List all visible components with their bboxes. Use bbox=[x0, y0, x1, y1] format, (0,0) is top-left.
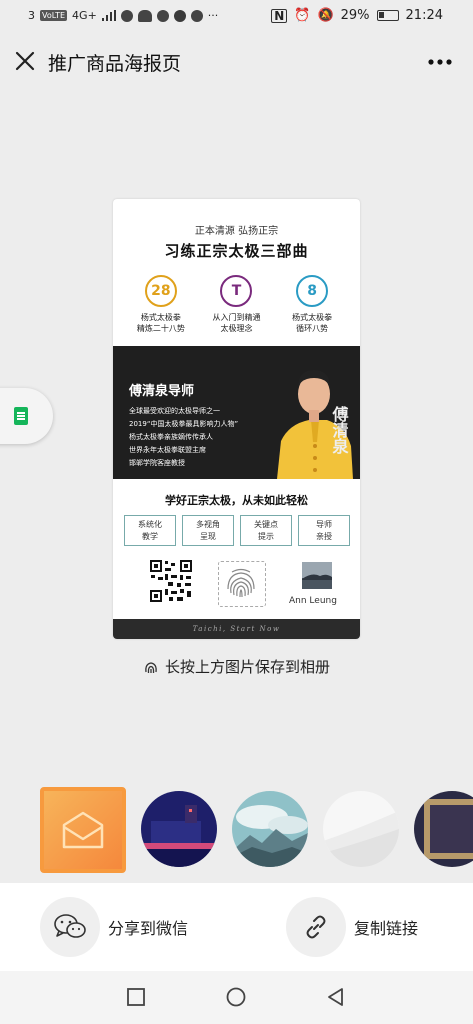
template-thumb-selected[interactable] bbox=[40, 787, 126, 873]
status-left: 3 VoLTE 4G+ ··· bbox=[28, 9, 218, 22]
status-bar: 3 VoLTE 4G+ ··· N ⏰ 🔕 29% 21:24 bbox=[0, 0, 473, 34]
alarm-icon: ⏰ bbox=[294, 8, 311, 23]
tag-item: 导师 亲授 bbox=[298, 515, 350, 546]
teacher-portrait: 傅清泉 bbox=[267, 346, 360, 479]
teacher-name: 傅清泉导师 bbox=[129, 384, 195, 399]
document-icon bbox=[14, 407, 28, 425]
poster-features: 28 杨式太极拳 精炼二十八势 T 从入门到精通 太极理念 8 杨式太极拳 循环八势 bbox=[113, 275, 360, 334]
feature-item: T 从入门到精通 太极理念 bbox=[201, 275, 271, 334]
signal-icon bbox=[101, 10, 116, 21]
feature-item: 28 杨式太极拳 精炼二十八势 bbox=[126, 275, 196, 334]
tag-item: 关键点 提示 bbox=[240, 515, 292, 546]
tag-item: 多视角 呈现 bbox=[182, 515, 234, 546]
template-selector bbox=[40, 787, 473, 873]
sim-indicator: 3 bbox=[28, 9, 35, 22]
close-icon bbox=[15, 51, 35, 71]
share-wechat-button[interactable]: 分享到微信 bbox=[40, 897, 189, 957]
close-button[interactable] bbox=[10, 46, 40, 76]
page-title: 推广商品海报页 bbox=[48, 53, 182, 75]
feature-badge: T bbox=[220, 275, 253, 307]
floating-doc-tab[interactable] bbox=[0, 388, 53, 444]
feature-caption: 杨式太极拳 精炼二十八势 bbox=[136, 313, 185, 333]
fingerprint-scan-box bbox=[218, 561, 266, 607]
teacher-bio: 全球最受欢迎的太极导师之一 2019“中国太极拳最具影响力人物” 杨式太极拳亲族… bbox=[129, 407, 239, 467]
back-button[interactable] bbox=[326, 987, 346, 1007]
template-thumb[interactable] bbox=[141, 791, 217, 867]
home-button[interactable] bbox=[226, 987, 246, 1007]
author-name: Ann Leung bbox=[289, 596, 337, 606]
copy-link-button[interactable]: 复制链接 bbox=[286, 897, 419, 957]
fingerprint-icon bbox=[227, 568, 255, 598]
clock: 21:24 bbox=[405, 8, 443, 23]
svg-text:傅清泉: 傅清泉 bbox=[330, 405, 350, 455]
poster-subtitle: 正本清源 弘扬正宗 bbox=[194, 226, 279, 237]
poster-footer: Taichi, Start Now bbox=[113, 619, 360, 639]
status-right: N ⏰ 🔕 29% 21:24 bbox=[271, 8, 443, 23]
battery-icon bbox=[376, 10, 399, 21]
template-thumb[interactable] bbox=[323, 791, 399, 867]
poster-slogan: 学好正宗太极，从未如此轻松 bbox=[165, 494, 308, 507]
nfc-icon: N bbox=[271, 8, 288, 23]
teacher-banner: 傅清泉导师 全球最受欢迎的太极导师之一 2019“中国太极拳最具影响力人物” 杨… bbox=[113, 346, 360, 479]
cloud-icon bbox=[137, 9, 152, 22]
wechat-icon bbox=[54, 914, 86, 938]
battery-percent: 29% bbox=[340, 8, 370, 23]
poster-title: 习练正宗太极三部曲 bbox=[164, 242, 309, 260]
mute-icon: 🔕 bbox=[317, 8, 334, 23]
promo-poster[interactable]: 正本清源 弘扬正宗 习练正宗太极三部曲 28 杨式太极拳 精炼二十八势 T 从入门… bbox=[113, 199, 360, 639]
link-icon-wrap bbox=[286, 897, 346, 957]
copy-link-label: 复制链接 bbox=[354, 919, 419, 938]
chat-notification-icon bbox=[190, 9, 203, 22]
app-notification-icon bbox=[156, 9, 169, 22]
recent-apps-button[interactable] bbox=[126, 987, 146, 1007]
system-nav-bar bbox=[0, 971, 473, 1024]
more-button[interactable] bbox=[425, 48, 455, 76]
feature-caption: 杨式太极拳 循环八势 bbox=[292, 313, 333, 333]
qr-code bbox=[149, 559, 193, 603]
template-thumb[interactable] bbox=[232, 791, 308, 867]
wechat-icon-wrap bbox=[40, 897, 100, 957]
facebook-icon bbox=[173, 9, 186, 22]
feature-caption: 从入门到精通 太极理念 bbox=[212, 313, 261, 333]
share-wechat-label: 分享到微信 bbox=[108, 919, 189, 938]
feature-badge: 28 bbox=[144, 275, 177, 307]
share-bar: 分享到微信 复制链接 bbox=[0, 883, 473, 971]
network-indicator: 4G+ bbox=[72, 9, 97, 22]
feature-badge: 8 bbox=[296, 275, 329, 307]
more-icon bbox=[428, 59, 452, 65]
poster-tags: 系统化 教学 多视角 呈现 关键点 提示 导师 亲授 bbox=[124, 515, 350, 546]
fingerprint-icon bbox=[145, 662, 157, 674]
title-bar: 推广商品海报页 bbox=[0, 34, 473, 90]
volte-badge: VoLTE bbox=[40, 10, 68, 21]
tag-item: 系统化 教学 bbox=[124, 515, 176, 546]
feature-item: 8 杨式太极拳 循环八势 bbox=[277, 275, 347, 334]
template-thumb[interactable] bbox=[414, 791, 473, 867]
author-avatar bbox=[302, 562, 332, 589]
wechat-notification-icon bbox=[120, 9, 133, 22]
link-icon bbox=[306, 915, 326, 939]
save-hint: 长按上方图片保存到相册 bbox=[0, 656, 473, 677]
envelope-icon bbox=[62, 811, 104, 849]
more-notifications-icon: ··· bbox=[207, 9, 219, 22]
